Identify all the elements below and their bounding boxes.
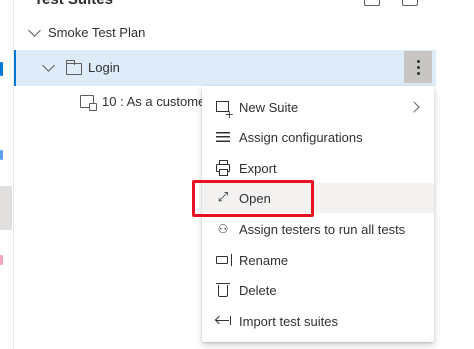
menu-item-delete[interactable]: Delete: [202, 275, 434, 305]
menu-item-label: Assign configurations: [239, 130, 363, 145]
edge-mark-lightblue: [0, 150, 3, 160]
menu-item-assign-configurations[interactable]: Assign configurations: [202, 122, 434, 152]
context-menu: New Suite Assign configurations Export ⤢…: [202, 86, 434, 342]
menu-item-label: New Suite: [239, 100, 299, 115]
dot: [416, 71, 420, 75]
open-expand-icon: ⤢: [217, 190, 229, 205]
new-suite-icon: [215, 99, 234, 120]
printer-icon: [215, 160, 231, 176]
dot: [416, 59, 420, 63]
menu-item-label: Open: [239, 191, 271, 206]
suite-label: Login: [88, 60, 120, 75]
edge-mark-pink: [0, 255, 3, 265]
menu-item-open[interactable]: ⤢ Open: [202, 183, 434, 213]
plan-label: Smoke Test Plan: [48, 25, 146, 40]
tree-row-plan[interactable]: Smoke Test Plan: [14, 15, 436, 51]
menu-item-label: Rename: [239, 253, 289, 268]
dot: [416, 65, 420, 69]
tree-row-suite[interactable]: Login: [14, 50, 436, 86]
menu-item-label: Export: [239, 161, 277, 176]
menu-item-export[interactable]: Export: [202, 153, 434, 183]
requirement-suite-icon: [80, 95, 97, 111]
edge-mark-gray: [0, 186, 12, 230]
menu-item-label: Import test suites: [239, 314, 338, 329]
menu-item-label: Assign testers to run all tests: [239, 222, 406, 237]
import-icon: [215, 313, 231, 329]
panel-title: Test Suites: [34, 0, 113, 8]
chevron-down-icon[interactable]: [42, 59, 55, 72]
menu-item-new-suite[interactable]: New Suite: [202, 92, 434, 122]
menu-item-label: Delete: [239, 283, 277, 298]
menu-item-rename[interactable]: Rename: [202, 245, 434, 275]
chevron-right-icon: [408, 101, 420, 113]
trash-icon: [215, 282, 231, 298]
list-icon: [215, 129, 231, 145]
chevron-down-icon[interactable]: [28, 24, 41, 37]
folder-icon: [65, 60, 82, 75]
people-icon: ⚇: [217, 222, 229, 236]
more-options-button[interactable]: [404, 51, 432, 83]
left-nav-strip: [0, 0, 14, 349]
edge-mark-blue: [0, 62, 3, 76]
collapse-panel-icon[interactable]: [402, 0, 418, 6]
new-plan-icon[interactable]: [364, 0, 380, 6]
rename-icon: [215, 252, 232, 268]
test-case-label: 10 : As a customer: [102, 94, 210, 109]
menu-item-assign-testers[interactable]: ⚇ Assign testers to run all tests: [202, 214, 434, 244]
menu-item-import-test-suites[interactable]: Import test suites: [202, 306, 434, 336]
